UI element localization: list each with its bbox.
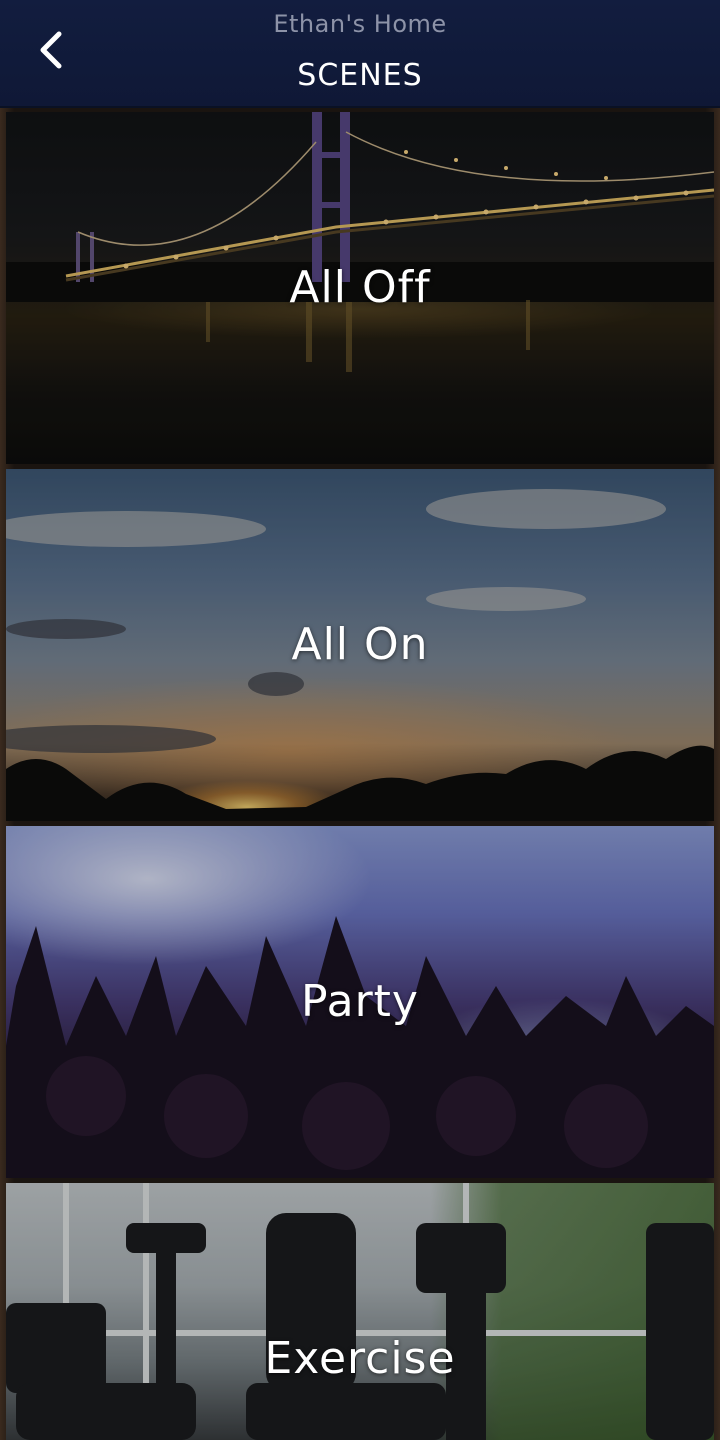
page-title: SCENES: [297, 58, 423, 93]
image-dim-overlay: [6, 1183, 714, 1440]
scene-list: All Off All On Party Exercise: [0, 108, 720, 1440]
scene-label: All On: [291, 619, 429, 670]
top-bar: Ethan's Home SCENES: [0, 0, 720, 108]
scene-card-exercise[interactable]: Exercise: [6, 1183, 714, 1440]
scene-card-all-off[interactable]: All Off: [6, 112, 714, 464]
scene-label: Exercise: [264, 1333, 456, 1384]
scene-label: All Off: [289, 262, 431, 313]
home-name: Ethan's Home: [273, 10, 447, 38]
scene-card-party[interactable]: Party: [6, 826, 714, 1178]
scene-card-all-on[interactable]: All On: [6, 469, 714, 821]
scene-label: Party: [301, 976, 419, 1027]
